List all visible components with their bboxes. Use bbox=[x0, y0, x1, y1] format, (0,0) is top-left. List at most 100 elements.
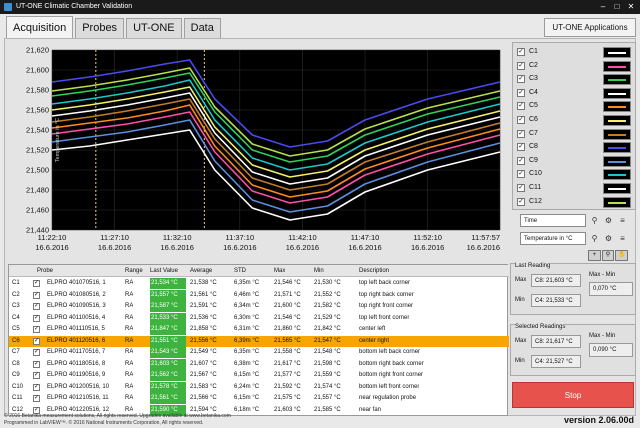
row-checkbox[interactable]: ✓ bbox=[33, 349, 40, 356]
header-last-value[interactable]: Last Value bbox=[150, 265, 178, 277]
legend-checkbox[interactable]: ✓ bbox=[517, 48, 525, 56]
x-axis-menu-icon[interactable]: ≡ bbox=[618, 216, 627, 225]
temperature-chart[interactable]: 21,620 21,600 21,580 21,560 21,540 21,520 21,5… bbox=[6, 42, 506, 260]
legend-plot-swatch[interactable] bbox=[603, 115, 631, 126]
table-row[interactable]: C9 ✓ ELPRO 401190516, 9 RA 21,562 °C 21,567 °… bbox=[9, 370, 509, 381]
legend-checkbox[interactable]: ✓ bbox=[517, 184, 525, 192]
cell-max: 21,546 °C bbox=[274, 280, 301, 286]
row-checkbox[interactable]: ✓ bbox=[33, 383, 40, 391]
y-axis-label: Temperature in °C bbox=[55, 118, 61, 162]
cell-range: RA bbox=[125, 395, 134, 401]
legend-plot-swatch[interactable] bbox=[603, 60, 631, 72]
y-axis-format-icon[interactable]: ⚙ bbox=[604, 234, 613, 243]
legend-checkbox[interactable]: ✓ bbox=[517, 197, 525, 206]
minimize-button[interactable]: – bbox=[596, 0, 610, 14]
tab-acquisition[interactable]: Acquisition bbox=[6, 16, 74, 38]
applications-button[interactable]: UT-ONE Applications bbox=[544, 18, 636, 37]
legend-item-c6[interactable]: ✓ C6 bbox=[517, 114, 635, 127]
header-average[interactable]: Average bbox=[190, 265, 212, 277]
last-reading-box: Last Reading Max C8: 21,603 °C Min C4: 2… bbox=[510, 263, 636, 315]
legend-plot-swatch[interactable] bbox=[603, 101, 631, 113]
cell-last: 21,562 °C bbox=[150, 370, 186, 381]
row-checkbox[interactable]: ✓ bbox=[33, 280, 40, 287]
legend-item-c10[interactable]: ✓ C10 bbox=[517, 168, 635, 181]
header-min[interactable]: Min bbox=[314, 265, 324, 277]
x-axis-label-field[interactable]: Time bbox=[520, 214, 586, 227]
row-checkbox[interactable]: ✓ bbox=[33, 291, 40, 299]
table-row[interactable]: C2 ✓ ELPRO 401080516, 2 RA 21,557 °C 21,561 °… bbox=[9, 289, 509, 301]
y-scale-lock-icon[interactable]: ⚲ bbox=[590, 234, 599, 243]
row-checkbox[interactable]: ✓ bbox=[33, 395, 40, 402]
legend-plot-swatch[interactable] bbox=[603, 169, 631, 181]
zoom-tool-icon[interactable]: ⚲ bbox=[601, 250, 615, 261]
tab-probes[interactable]: Probes bbox=[75, 18, 125, 38]
header-probe[interactable]: Probe bbox=[37, 265, 53, 277]
header-std[interactable]: STD bbox=[234, 265, 246, 277]
row-checkbox[interactable]: ✓ bbox=[33, 372, 40, 379]
table-row[interactable]: C3 ✓ ELPRO 401090516, 3 RA 21,587 °C 21,591 °… bbox=[9, 301, 509, 312]
header-description[interactable]: Description bbox=[359, 265, 389, 277]
cell-std: 6,15m °C bbox=[234, 395, 260, 401]
legend-item-c12[interactable]: ✓ C12 bbox=[517, 196, 635, 209]
legend-checkbox[interactable]: ✓ bbox=[517, 116, 525, 124]
cell-last: 21,533 °C bbox=[150, 312, 186, 324]
table-row[interactable]: C8 ✓ ELPRO 401180516, 8 RA 21,603 °C 21,607 °… bbox=[9, 358, 509, 370]
tab-ut-one[interactable]: UT-ONE bbox=[126, 18, 182, 38]
row-checkbox[interactable]: ✓ bbox=[33, 326, 40, 333]
table-row[interactable]: C1 ✓ ELPRO 401070516, 1 RA 21,534 °C 21,538 °… bbox=[9, 278, 509, 289]
cell-avg: 21,556 °C bbox=[190, 337, 217, 344]
table-row[interactable]: C5 ✓ ELPRO 401110516, 5 RA 21,847 °C 21,858 °… bbox=[9, 324, 509, 335]
legend-item-c4[interactable]: ✓ C4 bbox=[517, 87, 635, 100]
legend-item-c1[interactable]: ✓ C1 bbox=[517, 46, 635, 59]
legend-plot-swatch[interactable] bbox=[603, 142, 631, 154]
legend-item-c5[interactable]: ✓ C5 bbox=[517, 100, 635, 113]
legend-checkbox[interactable]: ✓ bbox=[517, 88, 525, 97]
row-checkbox[interactable]: ✓ bbox=[33, 314, 40, 322]
row-checkbox[interactable]: ✓ bbox=[33, 360, 40, 368]
pan-tool-icon[interactable]: ✋ bbox=[615, 250, 629, 261]
cell-range: RA bbox=[125, 372, 134, 378]
close-button[interactable]: ✕ bbox=[624, 0, 638, 14]
legend-checkbox[interactable]: ✓ bbox=[517, 61, 525, 70]
cursor-tool-icon[interactable]: + bbox=[588, 250, 601, 261]
cell-last: 21,603 °C bbox=[150, 358, 186, 370]
table-row[interactable]: C6 ✓ ELPRO 401120516, 6 RA 21,551 °C 21,556 °… bbox=[9, 335, 509, 347]
legend-item-c7[interactable]: ✓ C7 bbox=[517, 128, 635, 141]
table-row[interactable]: C11 ✓ ELPRO 401210516, 11 RA 21,561 °C 21,566… bbox=[9, 393, 509, 404]
legend-item-c11[interactable]: ✓ C11 bbox=[517, 182, 635, 195]
legend-checkbox[interactable]: ✓ bbox=[517, 156, 525, 165]
legend-plot-swatch[interactable] bbox=[603, 196, 631, 208]
table-row[interactable]: C4 ✓ ELPRO 401100516, 4 RA 21,533 °C 21,536 °… bbox=[9, 312, 509, 324]
legend-checkbox[interactable]: ✓ bbox=[517, 129, 525, 138]
legend-plot-swatch[interactable] bbox=[603, 74, 631, 86]
legend-item-c2[interactable]: ✓ C2 bbox=[517, 60, 635, 73]
legend-checkbox[interactable]: ✓ bbox=[517, 170, 525, 179]
legend-plot-swatch[interactable] bbox=[603, 47, 631, 58]
legend-item-c9[interactable]: ✓ C9 bbox=[517, 155, 635, 168]
chart-svg[interactable]: 21,620 21,600 21,580 21,560 21,540 21,520 21,5… bbox=[6, 42, 506, 260]
header-max[interactable]: Max bbox=[274, 265, 285, 277]
maximize-button[interactable]: □ bbox=[610, 0, 624, 14]
legend-checkbox[interactable]: ✓ bbox=[517, 102, 525, 111]
header-range[interactable]: Range bbox=[125, 265, 143, 277]
cell-max: 21,577 °C bbox=[274, 372, 301, 378]
legend-plot-swatch[interactable] bbox=[603, 183, 631, 194]
stop-button[interactable]: Stop bbox=[512, 382, 634, 408]
y-axis-label-field[interactable]: Temperature in °C bbox=[520, 232, 586, 245]
legend-item-c8[interactable]: ✓ C8 bbox=[517, 141, 635, 154]
table-row[interactable]: C10 ✓ ELPRO 401200516, 10 RA 21,578 °C 21,583… bbox=[9, 381, 509, 393]
x-scale-lock-icon[interactable]: ⚲ bbox=[590, 216, 599, 225]
y-axis-menu-icon[interactable]: ≡ bbox=[618, 234, 627, 243]
tab-data[interactable]: Data bbox=[183, 18, 221, 38]
legend-plot-swatch[interactable] bbox=[603, 128, 631, 140]
table-row[interactable]: C7 ✓ ELPRO 401170516, 7 RA 21,543 °C 21,549 °… bbox=[9, 347, 509, 358]
legend-checkbox[interactable]: ✓ bbox=[517, 143, 525, 152]
legend-item-c3[interactable]: ✓ C3 bbox=[517, 73, 635, 86]
legend-checkbox[interactable]: ✓ bbox=[517, 75, 525, 84]
row-checkbox[interactable]: ✓ bbox=[33, 337, 40, 345]
last-max-label: Max bbox=[515, 277, 527, 283]
row-checkbox[interactable]: ✓ bbox=[33, 303, 40, 310]
legend-plot-swatch[interactable] bbox=[603, 155, 631, 167]
x-axis-format-icon[interactable]: ⚙ bbox=[604, 216, 613, 225]
legend-plot-swatch[interactable] bbox=[603, 87, 631, 99]
